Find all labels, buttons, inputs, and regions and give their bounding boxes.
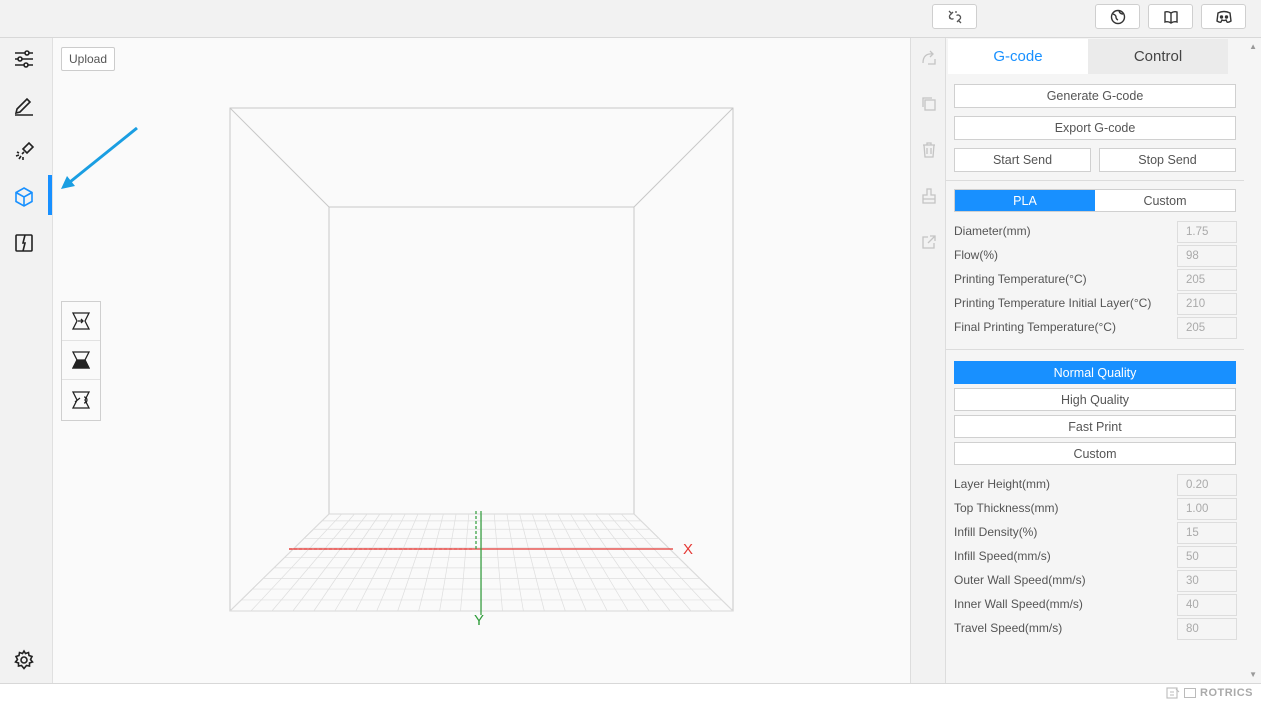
- material-field-label: Flow(%): [954, 248, 998, 262]
- material-field-label: Diameter(mm): [954, 224, 1031, 238]
- quality-field-label: Inner Wall Speed(mm/s): [954, 597, 1083, 611]
- quality-field-input[interactable]: 15: [1177, 522, 1237, 544]
- quality-field-input[interactable]: 1.00: [1177, 498, 1237, 520]
- material-pla[interactable]: PLA: [955, 190, 1095, 211]
- settings-sliders-icon: [15, 50, 33, 68]
- generate-gcode-button[interactable]: Generate G-code: [954, 84, 1236, 108]
- material-field-label: Printing Temperature Initial Layer(°C): [954, 296, 1152, 310]
- copy-button[interactable]: [920, 95, 938, 113]
- external-link-icon: [922, 235, 936, 249]
- panel-tabs: G-code Control: [948, 39, 1228, 74]
- material-selector: PLA Custom: [954, 189, 1236, 212]
- gear-icon: [14, 649, 34, 670]
- rotate-button[interactable]: [920, 49, 938, 67]
- material-field-input[interactable]: 210: [1177, 293, 1237, 315]
- quality-field-input[interactable]: 40: [1177, 594, 1237, 616]
- quality-field-label: Infill Speed(mm/s): [954, 549, 1051, 563]
- sidebar-item-settings[interactable]: [8, 43, 40, 75]
- material-field-label: Printing Temperature(°C): [954, 272, 1087, 286]
- unlink-icon: [948, 10, 961, 23]
- brush-icon: [922, 188, 936, 204]
- annotation-arrow: [61, 126, 138, 189]
- viewport-3d[interactable]: Upload X Y: [53, 38, 910, 683]
- quality-normal[interactable]: Normal Quality: [954, 361, 1236, 384]
- divider: [946, 180, 1244, 181]
- cube-icon: [15, 187, 33, 207]
- quality-field-label: Layer Height(mm): [954, 477, 1051, 491]
- material-field-input[interactable]: 205: [1177, 269, 1237, 291]
- sidebar-item-settings-gear[interactable]: [8, 644, 40, 676]
- book-icon: [1163, 10, 1178, 24]
- tab-gcode[interactable]: G-code: [948, 39, 1088, 74]
- clean-button[interactable]: [920, 187, 938, 205]
- quality-field-input[interactable]: 0.20: [1177, 474, 1237, 496]
- build-volume: X Y: [229, 107, 734, 629]
- quality-field-label: Infill Density(%): [954, 525, 1038, 539]
- quality-fast[interactable]: Fast Print: [954, 415, 1236, 438]
- quality-field-input[interactable]: 30: [1177, 570, 1237, 592]
- unlink-button[interactable]: [932, 4, 977, 29]
- export-button[interactable]: [920, 233, 938, 251]
- quality-field-label: Travel Speed(mm/s): [954, 621, 1063, 635]
- copy-icon: [922, 97, 936, 111]
- start-send-button[interactable]: Start Send: [954, 148, 1091, 172]
- material-field-input[interactable]: 98: [1177, 245, 1237, 267]
- rotate-icon: [922, 50, 936, 65]
- sidebar-item-3d-print[interactable]: [8, 181, 40, 213]
- scroll-up-arrow[interactable]: ▲: [1249, 42, 1257, 51]
- sidebar-item-notes[interactable]: [8, 227, 40, 259]
- quality-field-input[interactable]: 50: [1177, 546, 1237, 568]
- trash-icon: [923, 142, 935, 158]
- material-field-label: Final Printing Temperature(°C): [954, 320, 1116, 334]
- material-custom[interactable]: Custom: [1095, 190, 1235, 211]
- object-tool-strip: [910, 38, 946, 683]
- docs-button[interactable]: [1148, 4, 1193, 29]
- laser-icon: [15, 141, 35, 160]
- export-gcode-button[interactable]: Export G-code: [954, 116, 1236, 140]
- quality-custom[interactable]: Custom: [954, 442, 1236, 465]
- discord-icon: [1215, 10, 1232, 23]
- brand-logo: ROTRICS: [1166, 687, 1253, 699]
- globe-button[interactable]: [1095, 4, 1140, 29]
- material-field-input[interactable]: 1.75: [1177, 221, 1237, 243]
- note-icon: [1166, 687, 1180, 699]
- left-sidebar: [0, 38, 53, 683]
- quality-field-input[interactable]: 80: [1177, 618, 1237, 640]
- axis-y-label: Y: [474, 612, 484, 629]
- tab-control[interactable]: Control: [1088, 39, 1228, 74]
- sidebar-item-laser[interactable]: [8, 135, 40, 167]
- quality-field-label: Outer Wall Speed(mm/s): [954, 573, 1086, 587]
- quality-high[interactable]: High Quality: [954, 388, 1236, 411]
- settings-panel: G-code Control ▲ Generate G-code Export …: [946, 38, 1261, 683]
- book-open-icon: [15, 234, 33, 252]
- status-bar: ROTRICS: [0, 683, 1261, 704]
- pen-icon: [14, 97, 33, 116]
- stop-send-button[interactable]: Stop Send: [1099, 148, 1236, 172]
- globe-icon: [1110, 9, 1125, 24]
- divider: [946, 349, 1244, 350]
- scroll-down-arrow[interactable]: ▼: [1249, 670, 1257, 679]
- material-field-input[interactable]: 205: [1177, 317, 1237, 339]
- active-indicator: [48, 175, 52, 215]
- brand-text: ROTRICS: [1200, 687, 1253, 699]
- quality-field-label: Top Thickness(mm): [954, 501, 1059, 515]
- delete-button[interactable]: [920, 141, 938, 159]
- discord-button[interactable]: [1201, 4, 1246, 29]
- sidebar-item-write[interactable]: [8, 89, 40, 121]
- axis-x-label: X: [683, 541, 693, 558]
- rotrics-logo-icon: [1184, 688, 1196, 698]
- top-bar: [0, 0, 1261, 38]
